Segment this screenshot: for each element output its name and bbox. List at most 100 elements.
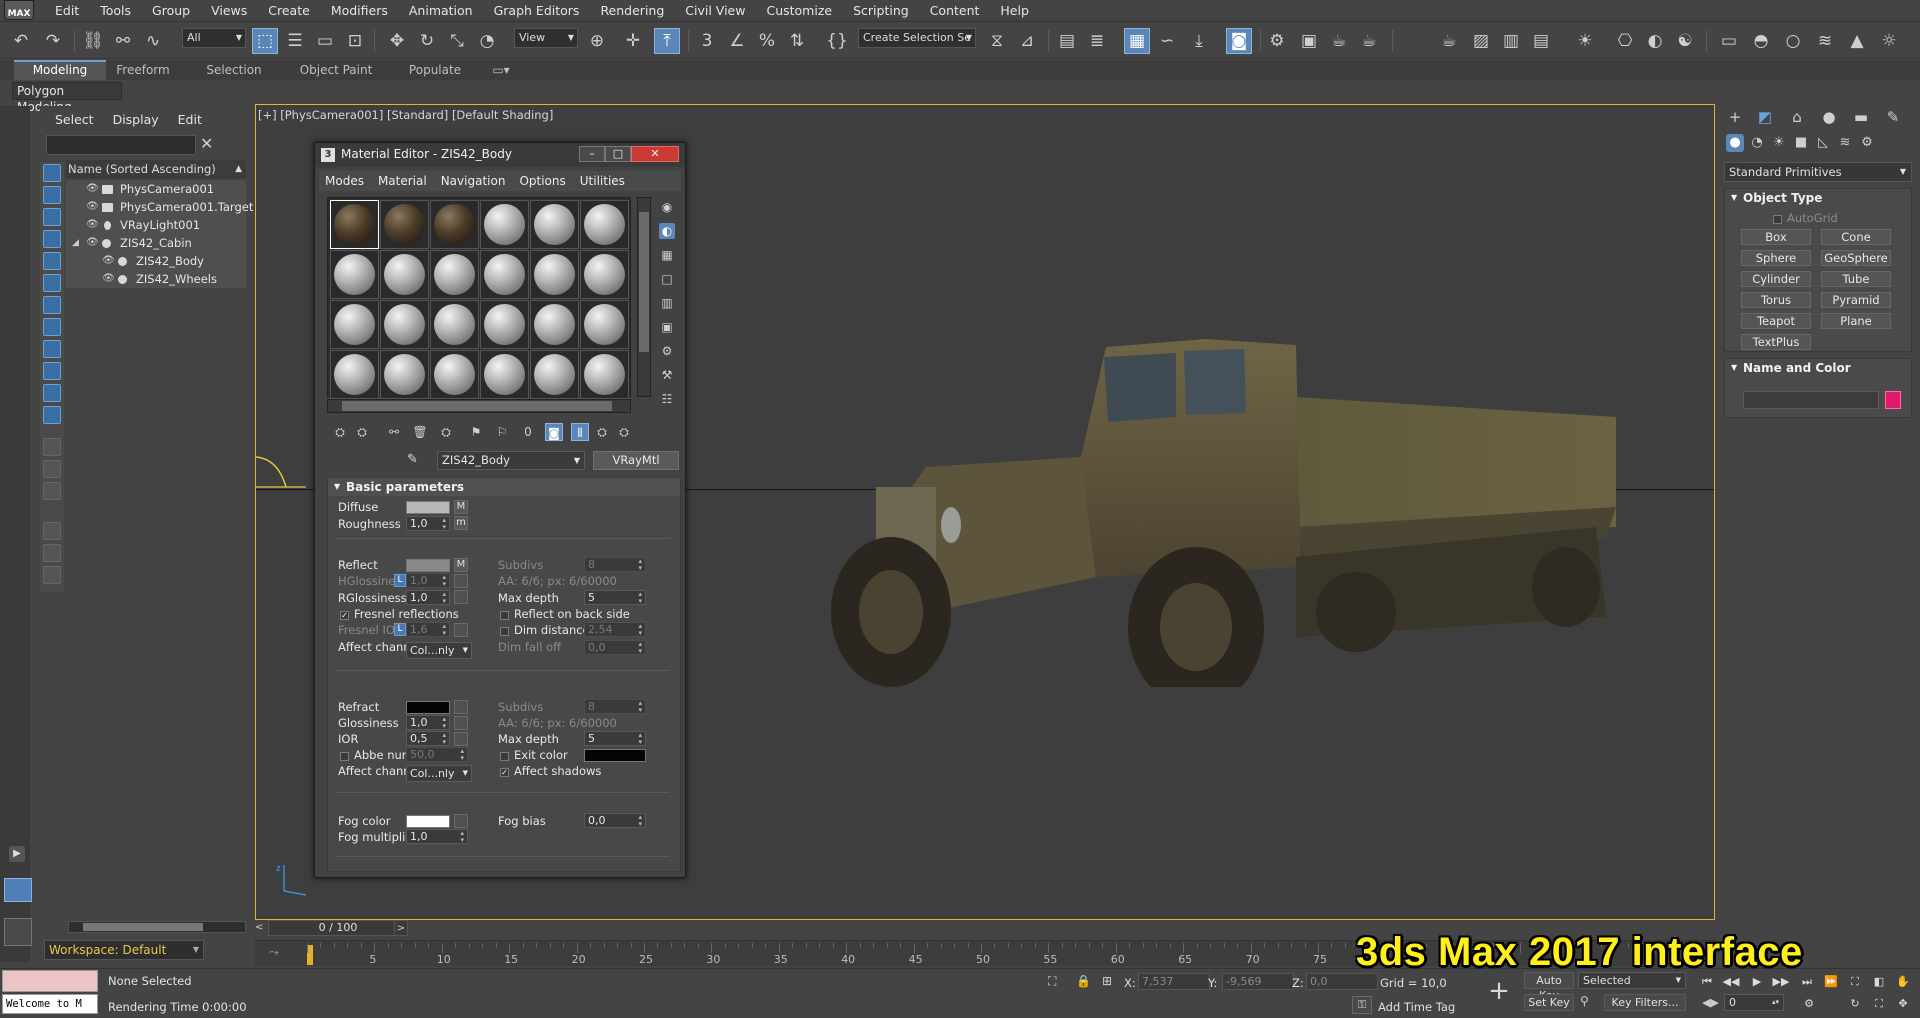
options-icon[interactable]: ⚙ bbox=[659, 343, 675, 359]
minimize-button[interactable]: – bbox=[579, 146, 605, 162]
zis42-truck-model[interactable] bbox=[736, 327, 1616, 687]
object-type-header[interactable]: ▼ Object Type bbox=[1725, 189, 1911, 207]
object-color-swatch[interactable] bbox=[1885, 391, 1901, 409]
go-forward-sibling-icon[interactable]: ⛭ bbox=[593, 423, 611, 441]
maximize-viewport-icon[interactable]: ⛶ bbox=[1870, 996, 1888, 1012]
torus-button[interactable]: Torus bbox=[1741, 292, 1811, 308]
reflect-max-depth-spinner[interactable]: 5 ▴ ▾ bbox=[584, 590, 646, 605]
mat-menu-utilities[interactable]: Utilities bbox=[574, 171, 633, 191]
reference-coordinate-dropdown[interactable]: View ▼ bbox=[514, 28, 578, 48]
scene-search-input[interactable] bbox=[46, 135, 196, 155]
material-slot[interactable] bbox=[580, 350, 629, 399]
backlight-icon[interactable]: ◐ bbox=[659, 223, 675, 239]
schematic-view-icon[interactable]: ⤓ bbox=[1186, 28, 1212, 54]
menu-tools[interactable]: Tools bbox=[91, 0, 143, 22]
ior-spinner[interactable]: 0,5 ▴ ▾ bbox=[406, 731, 450, 746]
lights-category-icon[interactable]: ☀ bbox=[1770, 134, 1788, 152]
material-slot[interactable] bbox=[480, 350, 529, 399]
abbe-number-checkbox[interactable] bbox=[340, 752, 349, 761]
material-id-channel-icon[interactable]: ⚐ bbox=[493, 423, 511, 441]
scene-menu-display[interactable]: Display bbox=[104, 110, 169, 130]
space-warps-category-icon[interactable]: ≋ bbox=[1836, 134, 1854, 152]
menu-rendering[interactable]: Rendering bbox=[591, 0, 676, 22]
expand-arrow-icon[interactable]: ◢ bbox=[72, 234, 79, 252]
menu-graph-editors[interactable]: Graph Editors bbox=[485, 0, 592, 22]
select-by-material-icon[interactable]: ⚒ bbox=[659, 367, 675, 383]
rendered-frame-window-icon[interactable]: ▣ bbox=[1296, 28, 1322, 54]
display-containers-icon[interactable] bbox=[43, 362, 61, 380]
material-slot[interactable] bbox=[530, 200, 579, 249]
mat-menu-modes[interactable]: Modes bbox=[319, 171, 372, 191]
key-filters-button[interactable]: Key Filters... bbox=[1604, 994, 1686, 1011]
sphere-button[interactable]: Sphere bbox=[1741, 250, 1811, 266]
motion-tab-icon[interactable]: ● bbox=[1820, 108, 1838, 126]
x-coordinate-field[interactable]: 7,537 bbox=[1138, 973, 1210, 990]
display-shapes-icon[interactable] bbox=[43, 186, 61, 204]
layer-icon[interactable] bbox=[43, 566, 61, 584]
absolute-mode-icon[interactable]: ⊞ bbox=[1102, 974, 1112, 988]
modify-tab-icon[interactable]: ◩ bbox=[1756, 108, 1774, 126]
prev-frame-icon[interactable]: ◀◀ bbox=[1722, 974, 1740, 990]
material-slot[interactable] bbox=[580, 300, 629, 349]
pyramid-button[interactable]: Pyramid bbox=[1821, 292, 1891, 308]
material-editor-titlebar[interactable]: 3 Material Editor - ZIS42_Body – □ ✕ bbox=[315, 143, 685, 167]
ribbon-tab-selection[interactable]: Selection bbox=[196, 60, 272, 80]
scene-row-zis42-wheels[interactable]: 👁 ZIS42_Wheels bbox=[66, 270, 246, 288]
material-editor-icon[interactable]: ◙ bbox=[1226, 28, 1252, 54]
current-frame-field[interactable]: 0 ▴▾ bbox=[1724, 994, 1784, 1011]
fog-bias-spinner[interactable]: 0,0 ▴ ▾ bbox=[584, 813, 646, 828]
render-production-icon[interactable]: ☕ bbox=[1326, 28, 1352, 54]
box-button[interactable]: Box bbox=[1741, 229, 1811, 245]
material-slot[interactable] bbox=[380, 300, 429, 349]
next-frame-icon[interactable]: ▶▶ bbox=[1772, 974, 1790, 990]
refract-map-button[interactable] bbox=[454, 700, 468, 714]
vray-sun-icon[interactable]: ▲ bbox=[1844, 28, 1870, 54]
make-unique-icon[interactable]: ⛭ bbox=[437, 423, 455, 441]
angle-snap-icon[interactable]: ∠ bbox=[724, 28, 750, 54]
make-preview-icon[interactable]: ▣ bbox=[659, 319, 675, 335]
move-icon[interactable]: ✥ bbox=[384, 28, 410, 54]
create-tab-plus-icon[interactable]: + bbox=[1726, 108, 1744, 126]
hierarchy-tab-icon[interactable]: ⌂ bbox=[1788, 108, 1806, 126]
display-groups-icon[interactable] bbox=[43, 296, 61, 314]
material-slot[interactable] bbox=[430, 200, 479, 249]
fresnel-reflections-checkbox[interactable]: ✓ bbox=[340, 611, 349, 620]
show-shaded-material-icon[interactable]: 0 bbox=[519, 423, 537, 441]
curve-editor-mini-icon[interactable]: ⤳ bbox=[269, 945, 279, 960]
diffuse-color-swatch[interactable] bbox=[406, 501, 450, 514]
percent-snap-icon[interactable]: % bbox=[754, 28, 780, 54]
sample-type-icon[interactable]: ◉ bbox=[659, 199, 675, 215]
mat-menu-options[interactable]: Options bbox=[513, 171, 573, 191]
plane-button[interactable]: Plane bbox=[1821, 313, 1891, 329]
reset-map-icon[interactable]: 🗑 bbox=[411, 423, 429, 441]
scene-row-zis42-cabin[interactable]: ◢ 👁 ZIS42_Cabin bbox=[66, 234, 246, 252]
dim-distance-checkbox[interactable] bbox=[500, 627, 509, 636]
material-slot[interactable] bbox=[480, 300, 529, 349]
material-slot[interactable] bbox=[530, 300, 579, 349]
material-name-field[interactable]: ZIS42_Body ▼ bbox=[437, 451, 585, 470]
ribbon-tab-object-paint[interactable]: Object Paint bbox=[292, 60, 380, 80]
rollout-header[interactable]: ▼ Basic parameters bbox=[328, 478, 680, 496]
app-logo-button[interactable]: MAX bbox=[4, 0, 34, 20]
exit-color-checkbox[interactable] bbox=[500, 752, 509, 761]
pick-material-icon[interactable]: ⛭ bbox=[615, 423, 633, 441]
visibility-eye-icon[interactable]: 👁 bbox=[86, 234, 99, 252]
vray-settings-icon[interactable]: ▤ bbox=[1528, 28, 1554, 54]
funnel-icon[interactable] bbox=[43, 544, 61, 562]
menu-customize[interactable]: Customize bbox=[757, 0, 844, 22]
mirror-icon[interactable]: ⧖ bbox=[984, 28, 1010, 54]
hglossiness-lock-button[interactable]: L bbox=[394, 574, 406, 587]
bind-space-warp-icon[interactable]: ∿ bbox=[140, 28, 166, 54]
display-hidden-icon[interactable] bbox=[43, 406, 61, 424]
put-to-scene-icon[interactable]: ⛭ bbox=[353, 423, 371, 441]
display-none-icon[interactable] bbox=[43, 460, 61, 478]
diffuse-map-button[interactable]: M bbox=[454, 500, 468, 514]
reflect-map-button[interactable]: M bbox=[454, 558, 468, 572]
menu-modifiers[interactable]: Modifiers bbox=[322, 0, 400, 22]
layer-manager-icon[interactable]: ≣ bbox=[1084, 28, 1110, 54]
geosphere-button[interactable]: GeoSphere bbox=[1821, 250, 1891, 266]
refract-color-swatch[interactable] bbox=[406, 701, 450, 714]
pivot-center-icon[interactable]: ⊕ bbox=[584, 28, 610, 54]
hglossiness-map-button[interactable] bbox=[454, 574, 468, 588]
primitive-category-dropdown[interactable]: Standard Primitives ▼ bbox=[1724, 162, 1912, 182]
